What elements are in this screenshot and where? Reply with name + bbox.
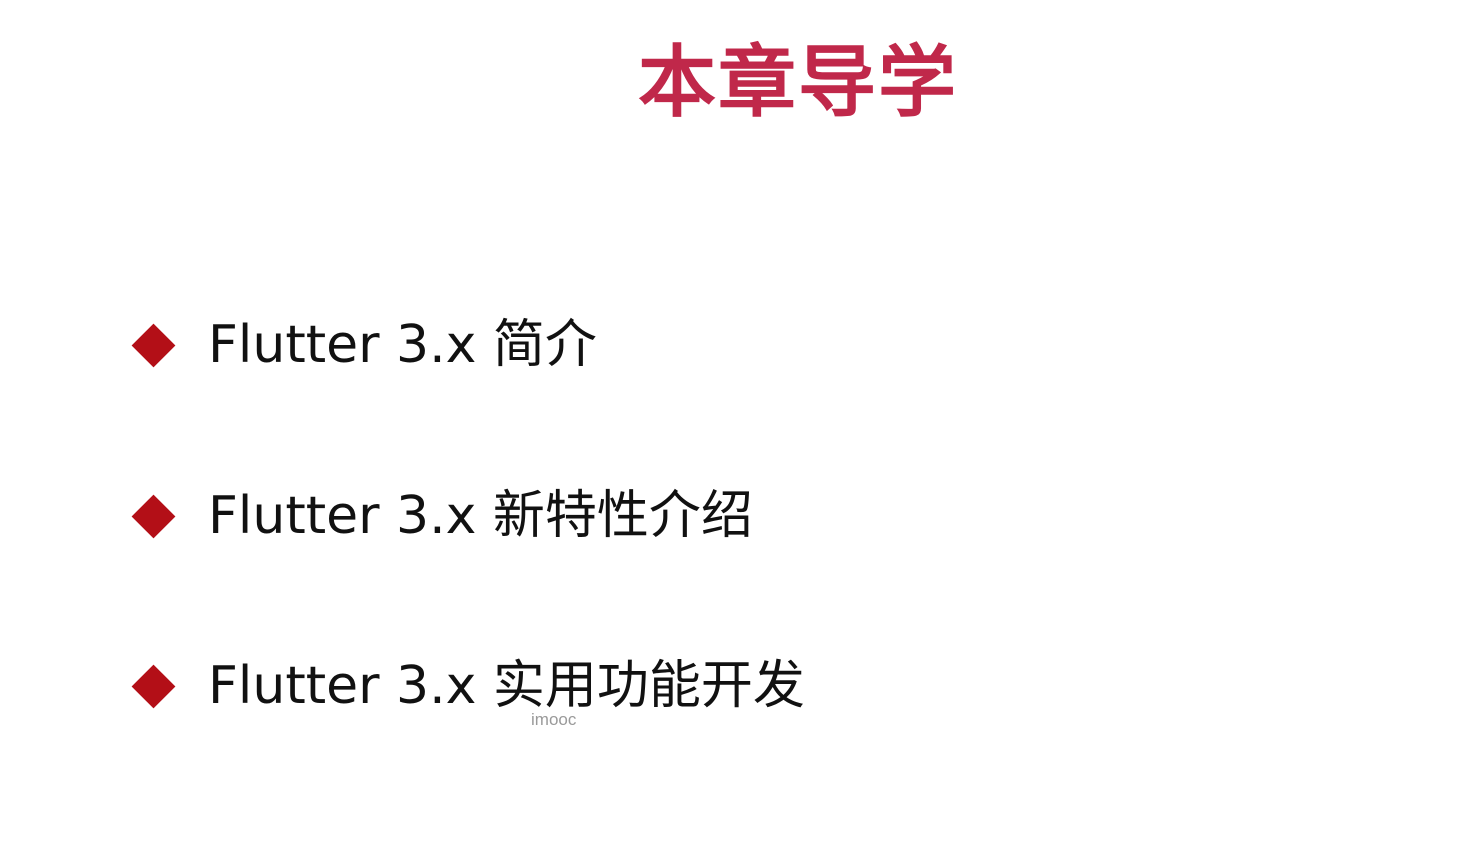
list-item-text: Flutter 3.x 简介 [208, 315, 597, 375]
watermark: imooc [531, 710, 577, 729]
list-item-text: Flutter 3.x 实用功能开发 [208, 656, 805, 716]
diamond-bullet-icon [131, 664, 176, 708]
list-item-text: Flutter 3.x 新特性介绍 [208, 486, 753, 546]
slide: 本章导学 Flutter 3.x 简介 Flutter 3.x 新特性介绍 Fl… [0, 0, 1478, 862]
list-item: Flutter 3.x 简介 [130, 305, 597, 385]
list-item: Flutter 3.x 实用功能开发 [130, 646, 805, 726]
list-item: Flutter 3.x 新特性介绍 [130, 476, 753, 556]
bullet-list: Flutter 3.x 简介 Flutter 3.x 新特性介绍 Flutter… [130, 0, 1330, 862]
diamond-bullet-icon [131, 323, 176, 367]
diamond-bullet-icon [131, 494, 176, 538]
